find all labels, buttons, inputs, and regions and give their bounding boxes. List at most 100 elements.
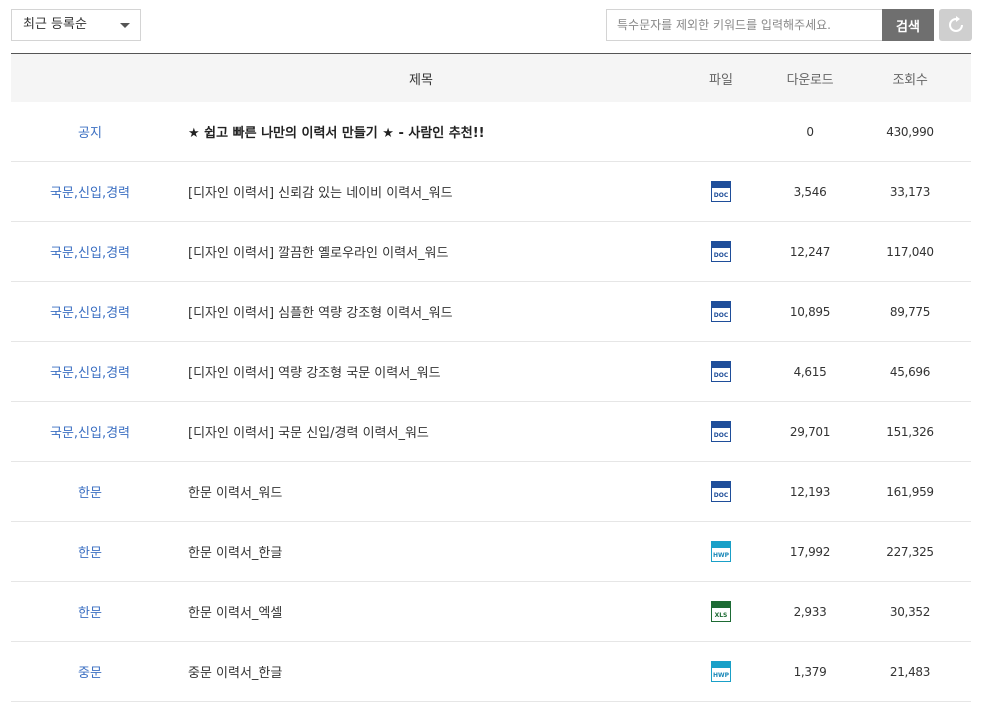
row-file-cell: DOC bbox=[691, 162, 751, 221]
file-icon-bar bbox=[712, 422, 730, 428]
file-icon-label: DOC bbox=[713, 252, 729, 259]
row-category-link[interactable]: 공지 bbox=[11, 102, 169, 161]
file-icon-label: DOC bbox=[713, 492, 729, 499]
table-row: 국문,신입,경력 [디자인 이력서] 국문 신입/경력 이력서_워드 DOC 29,7… bbox=[11, 402, 971, 462]
row-downloads: 4,615 bbox=[793, 364, 827, 379]
row-views: 33,173 bbox=[889, 184, 931, 199]
row-downloads: 17,992 bbox=[789, 544, 831, 559]
file-icon-label: HWP bbox=[712, 672, 730, 679]
row-file-cell: DOC bbox=[691, 282, 751, 341]
row-file-cell bbox=[691, 102, 751, 161]
doc-file-icon[interactable]: DOC bbox=[711, 301, 731, 322]
header-file: 파일 bbox=[709, 72, 733, 88]
file-icon-bar bbox=[712, 242, 730, 248]
doc-file-icon[interactable]: DOC bbox=[711, 181, 731, 202]
file-icon-label: DOC bbox=[713, 372, 729, 379]
file-icon-label: DOC bbox=[713, 192, 729, 199]
row-downloads: 12,193 bbox=[789, 484, 831, 499]
table-row: 국문,신입,경력 [디자인 이력서] 신뢰감 있는 네이비 이력서_워드 DOC 3,… bbox=[11, 162, 971, 222]
row-views: 21,483 bbox=[889, 664, 931, 679]
file-icon-label: HWP bbox=[712, 552, 730, 559]
doc-file-icon[interactable]: DOC bbox=[711, 241, 731, 262]
row-title-link[interactable]: 중문 이력서_한글 bbox=[188, 642, 688, 701]
table-row: 한문 한문 이력서_엑셀 XLS 2,933 30,352 bbox=[11, 582, 971, 642]
file-icon-bar bbox=[712, 542, 730, 548]
doc-file-icon[interactable]: DOC bbox=[711, 481, 731, 502]
row-file-cell: HWP bbox=[691, 522, 751, 581]
row-views: 117,040 bbox=[886, 244, 934, 259]
resume-template-table: 제목 파일 다운로드 조회수 공지 ★ 쉽고 빠른 나만의 이력서 만들기 ★ -… bbox=[11, 53, 971, 702]
table-row: 국문,신입,경력 [디자인 이력서] 역량 강조형 국문 이력서_워드 DOC 4,6… bbox=[11, 342, 971, 402]
refresh-icon bbox=[949, 16, 963, 32]
row-views: 151,326 bbox=[886, 424, 934, 439]
table-row: 중문 중문 이력서_한글 HWP 1,379 21,483 bbox=[11, 642, 971, 702]
row-title-link[interactable]: 한문 이력서_워드 bbox=[188, 462, 688, 521]
row-category-link[interactable]: 국문,신입,경력 bbox=[11, 282, 169, 341]
row-downloads: 0 bbox=[806, 124, 814, 139]
row-downloads: 12,247 bbox=[789, 244, 831, 259]
row-title-link[interactable]: ★ 쉽고 빠른 나만의 이력서 만들기 ★ - 사람인 추천!! bbox=[188, 102, 688, 161]
row-downloads: 2,933 bbox=[793, 604, 827, 619]
table-row: 한문 한문 이력서_워드 DOC 12,193 161,959 bbox=[11, 462, 971, 522]
row-file-cell: HWP bbox=[691, 642, 751, 701]
row-title-link[interactable]: [디자인 이력서] 신뢰감 있는 네이비 이력서_워드 bbox=[188, 162, 688, 221]
row-file-cell: XLS bbox=[691, 582, 751, 641]
file-icon-bar bbox=[712, 302, 730, 308]
file-icon-bar bbox=[712, 482, 730, 488]
row-file-cell: DOC bbox=[691, 222, 751, 281]
row-file-cell: DOC bbox=[691, 342, 751, 401]
xls-file-icon[interactable]: XLS bbox=[711, 601, 731, 622]
row-category-link[interactable]: 국문,신입,경력 bbox=[11, 222, 169, 281]
notice-row: 공지 ★ 쉽고 빠른 나만의 이력서 만들기 ★ - 사람인 추천!! 0 430,9… bbox=[11, 102, 971, 162]
row-title-link[interactable]: [디자인 이력서] 국문 신입/경력 이력서_워드 bbox=[188, 402, 688, 461]
table-row: 국문,신입,경력 [디자인 이력서] 심플한 역량 강조형 이력서_워드 DOC 10… bbox=[11, 282, 971, 342]
row-views: 430,990 bbox=[886, 124, 934, 139]
row-title-link[interactable]: 한문 이력서_한글 bbox=[188, 522, 688, 581]
row-views: 227,325 bbox=[886, 544, 934, 559]
file-icon-bar bbox=[712, 182, 730, 188]
file-icon-bar bbox=[712, 662, 730, 668]
file-icon-bar bbox=[712, 602, 730, 608]
row-category-link[interactable]: 국문,신입,경력 bbox=[11, 342, 169, 401]
table-header: 제목 파일 다운로드 조회수 bbox=[11, 54, 971, 102]
file-icon-label: DOC bbox=[713, 312, 729, 319]
sort-select[interactable]: 최근 등록순 bbox=[11, 9, 141, 41]
row-category-link[interactable]: 국문,신입,경력 bbox=[11, 402, 169, 461]
row-downloads: 10,895 bbox=[789, 304, 831, 319]
row-file-cell: DOC bbox=[691, 402, 751, 461]
row-downloads: 29,701 bbox=[789, 424, 831, 439]
row-file-cell: DOC bbox=[691, 462, 751, 521]
row-views: 30,352 bbox=[889, 604, 931, 619]
doc-file-icon[interactable]: DOC bbox=[711, 421, 731, 442]
file-icon-label: DOC bbox=[713, 432, 729, 439]
table-row: 한문 한문 이력서_한글 HWP 17,992 227,325 bbox=[11, 522, 971, 582]
row-views: 161,959 bbox=[886, 484, 934, 499]
doc-file-icon[interactable]: DOC bbox=[711, 361, 731, 382]
row-category-link[interactable]: 중문 bbox=[11, 642, 169, 701]
hwp-file-icon[interactable]: HWP bbox=[711, 661, 731, 682]
search-button[interactable]: 검색 bbox=[882, 9, 934, 41]
chevron-down-icon bbox=[120, 23, 130, 28]
row-category-link[interactable]: 국문,신입,경력 bbox=[11, 162, 169, 221]
row-views: 45,696 bbox=[889, 364, 931, 379]
table-row: 국문,신입,경력 [디자인 이력서] 깔끔한 옐로우라인 이력서_워드 DOC 12,… bbox=[11, 222, 971, 282]
file-icon-label: XLS bbox=[714, 612, 728, 619]
table-body: 공지 ★ 쉽고 빠른 나만의 이력서 만들기 ★ - 사람인 추천!! 0 430,9… bbox=[11, 102, 971, 702]
row-title-link[interactable]: [디자인 이력서] 깔끔한 옐로우라인 이력서_워드 bbox=[188, 222, 688, 281]
row-title-link[interactable]: [디자인 이력서] 심플한 역량 강조형 이력서_워드 bbox=[188, 282, 688, 341]
row-title-link[interactable]: [디자인 이력서] 역량 강조형 국문 이력서_워드 bbox=[188, 342, 688, 401]
row-category-link[interactable]: 한문 bbox=[11, 582, 169, 641]
hwp-file-icon[interactable]: HWP bbox=[711, 541, 731, 562]
toolbar: 최근 등록순 검색 bbox=[0, 0, 989, 52]
search-input[interactable] bbox=[606, 9, 883, 41]
file-icon-bar bbox=[712, 362, 730, 368]
row-views: 89,775 bbox=[889, 304, 931, 319]
row-title-link[interactable]: 한문 이력서_엑셀 bbox=[188, 582, 688, 641]
reset-button[interactable] bbox=[939, 9, 972, 41]
header-downloads: 다운로드 bbox=[786, 72, 834, 88]
header-views: 조회수 bbox=[892, 72, 928, 88]
row-category-link[interactable]: 한문 bbox=[11, 462, 169, 521]
row-downloads: 3,546 bbox=[793, 184, 827, 199]
row-downloads: 1,379 bbox=[793, 664, 827, 679]
row-category-link[interactable]: 한문 bbox=[11, 522, 169, 581]
